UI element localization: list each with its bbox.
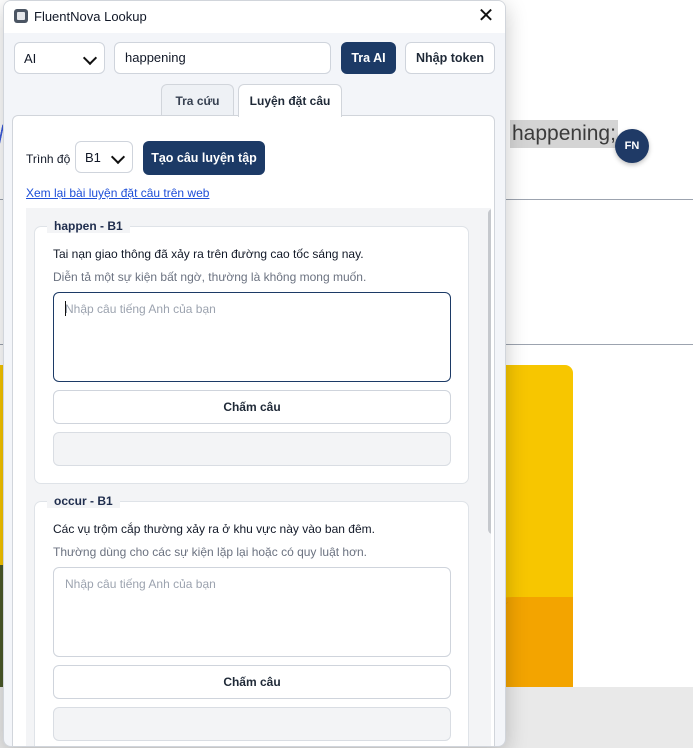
highlighted-word: happening; [510,120,618,148]
level-select-value: B1 [85,149,101,165]
card-hint: Diễn tả một sự kiện bất ngờ, thường là k… [53,270,367,284]
grade-button[interactable]: Chấm câu [53,665,451,699]
chevron-down-icon [82,50,98,66]
answer-textarea[interactable]: Nhập câu tiếng Anh của bạn [53,567,451,657]
card-word-level: happen - B1 [47,219,130,233]
generate-practice-button[interactable]: Tạo câu luyện tập [143,141,265,175]
practice-panel: Trình độ B1 Tạo câu luyện tập Xem lại bà… [12,115,495,746]
chevron-down-icon [110,149,126,165]
answer-textarea[interactable]: Nhập câu tiếng Anh của bạn [53,292,451,382]
fluentnova-badge[interactable]: FN [615,129,649,163]
practice-list[interactable]: happen - B1 Tai nạn giao thông đã xảy ra… [26,208,491,746]
card-word-level: occur - B1 [47,494,120,508]
level-label: Trình độ [26,152,71,166]
practice-card: occur - B1 Các vụ trộm cắp thường xảy ra… [34,494,469,746]
lookup-ai-button[interactable]: Tra AI [341,42,396,74]
app-icon [14,9,28,23]
tab-lookup[interactable]: Tra cứu [161,84,234,116]
provider-select[interactable]: AI [14,42,105,74]
scrollbar-thumb[interactable] [488,209,491,534]
provider-select-value: AI [24,50,37,66]
lookup-window: FluentNova Lookup ✕ AI happening Tra AI … [3,0,506,747]
grade-result-box [53,707,451,741]
level-select[interactable]: B1 [75,141,133,173]
grade-button[interactable]: Chấm câu [53,390,451,424]
grade-result-box [53,432,451,466]
tab-sentence-practice[interactable]: Luyện đặt câu [238,84,342,117]
card-hint: Thường dùng cho các sự kiện lặp lại hoặc… [53,545,367,559]
practice-card: happen - B1 Tai nạn giao thông đã xảy ra… [34,219,469,484]
search-input[interactable]: happening [114,42,331,74]
close-icon[interactable]: ✕ [475,5,497,27]
card-sentence: Các vụ trộm cắp thường xảy ra ở khu vực … [53,522,375,536]
enter-token-button[interactable]: Nhập token [405,42,495,74]
review-on-web-link[interactable]: Xem lại bài luyện đặt câu trên web [26,186,209,200]
card-sentence: Tai nạn giao thông đã xảy ra trên đường … [53,247,364,261]
window-title: FluentNova Lookup [34,9,147,24]
title-bar: FluentNova Lookup ✕ [4,1,505,33]
